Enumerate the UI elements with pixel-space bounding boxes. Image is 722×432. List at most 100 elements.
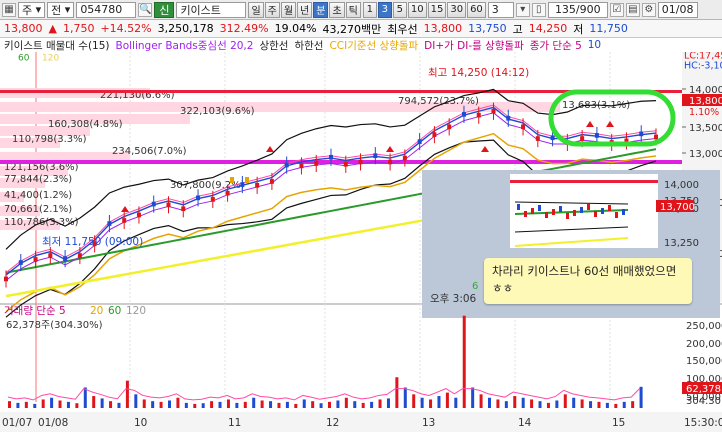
volume-profile-label: 70,661(2.1%) bbox=[4, 204, 72, 215]
legend-item[interactable]: Bollinger Bands중심선 20,2 bbox=[116, 38, 254, 53]
legend-item[interactable]: CCI기준선 상향돌파 bbox=[329, 38, 418, 53]
volume-bar bbox=[386, 398, 390, 408]
volume-bar bbox=[378, 399, 382, 408]
popup-candle bbox=[601, 208, 604, 214]
volume-bar bbox=[184, 402, 188, 408]
volume-bar bbox=[235, 402, 239, 408]
x-axis-label: 13 bbox=[422, 417, 435, 429]
candle-body bbox=[343, 161, 348, 167]
popup-price-tick: 13,250 bbox=[664, 238, 699, 249]
legend-item[interactable]: 10 bbox=[588, 39, 601, 51]
chevron-down-icon[interactable]: ▾ bbox=[515, 2, 530, 17]
volume-profile-label: 234,506(7.0%) bbox=[112, 146, 187, 157]
candle-body bbox=[358, 159, 363, 165]
volume-ma-label: 60 bbox=[108, 305, 121, 317]
volume-bar bbox=[361, 402, 365, 408]
search-icon[interactable]: 🔍 bbox=[138, 2, 153, 17]
popup-candle bbox=[517, 204, 520, 210]
volume-bar bbox=[639, 386, 643, 408]
x-axis-label: 01/07 bbox=[2, 417, 32, 429]
candle-body bbox=[461, 112, 466, 117]
settings-icon[interactable]: ⚙ bbox=[641, 2, 656, 17]
amount: 43,270백만 bbox=[322, 22, 382, 36]
legend-item[interactable]: DI+가 DI-를 상향돌파 bbox=[424, 38, 524, 53]
volume-bar bbox=[488, 397, 491, 408]
interval-tab[interactable]: 15 bbox=[427, 1, 447, 18]
interval-tab[interactable]: 1 bbox=[362, 1, 377, 18]
credit-badge: 신 bbox=[154, 1, 175, 18]
volume-bar bbox=[24, 401, 28, 408]
volume-bar bbox=[243, 401, 247, 408]
market-select[interactable]: 주 ▾ bbox=[18, 1, 46, 18]
high-annotation: 최고 14,250 (14:12) bbox=[428, 67, 529, 79]
volume-profile-label: 77,844(2.3%) bbox=[4, 174, 72, 185]
checkbox-icon[interactable]: ☑ bbox=[609, 2, 624, 17]
ma60-label: 60 bbox=[18, 54, 30, 64]
stock-code-input[interactable]: 054780 bbox=[76, 1, 137, 18]
volume-bar bbox=[555, 400, 559, 408]
volume-bar bbox=[437, 396, 441, 408]
candle-body bbox=[402, 155, 407, 161]
volume-bar bbox=[563, 394, 567, 408]
volume-bar bbox=[538, 401, 542, 408]
legend-item[interactable]: 하한선 bbox=[294, 38, 323, 53]
interval-input[interactable]: 3 bbox=[487, 1, 514, 18]
candle-body bbox=[491, 108, 496, 114]
low-price: 11,750 bbox=[589, 22, 628, 35]
count-field[interactable]: 135/900 bbox=[547, 1, 608, 18]
volume-ma-line bbox=[7, 388, 640, 401]
period-tab[interactable]: 초 bbox=[329, 1, 345, 18]
volume-bar bbox=[83, 387, 87, 408]
volume-bar bbox=[336, 400, 340, 408]
volume-bar bbox=[117, 402, 121, 408]
interval-tabs: 1 3 5 10 15 30 60 bbox=[362, 1, 486, 18]
interval-tab[interactable]: 30 bbox=[447, 1, 467, 18]
period-tab[interactable]: 주 bbox=[264, 1, 280, 18]
stock-name-field[interactable]: 키이스트 bbox=[176, 1, 247, 18]
volume-bar bbox=[546, 402, 550, 408]
price-chart[interactable]: LC:17,45HC:-3,1060120221,130(6.6%)794,57… bbox=[0, 52, 722, 432]
volume-bar bbox=[597, 401, 601, 408]
volume-bar bbox=[622, 401, 626, 408]
period-tab[interactable]: 월 bbox=[280, 1, 297, 18]
candle-body bbox=[181, 206, 186, 212]
grid-menu-icon[interactable]: ▦ bbox=[2, 2, 16, 17]
volume-bar bbox=[109, 401, 113, 408]
candle-body bbox=[580, 136, 585, 141]
period-tab[interactable]: 분 bbox=[313, 1, 329, 18]
period-tab[interactable]: 년 bbox=[297, 1, 313, 18]
volume-bar bbox=[125, 380, 129, 408]
legend-item[interactable]: 종가 단순 5 bbox=[530, 38, 582, 53]
volume-bar bbox=[328, 401, 331, 408]
chat-message-time: 오후 3:06 bbox=[430, 293, 477, 305]
type-select[interactable]: 전 ▾ bbox=[47, 1, 75, 18]
chart-window: ▦ 주 ▾ 전 ▾ 054780 🔍 신 키이스트 일주월년분초틱 1 3 5 10 1… bbox=[0, 0, 722, 432]
period-tab[interactable]: 틱 bbox=[345, 1, 361, 18]
popup-candle bbox=[622, 209, 625, 215]
candle-body bbox=[225, 190, 230, 196]
legend-item[interactable]: 키이스트 매물대 수(15) bbox=[4, 38, 110, 53]
volume-profile-label: 41,400(1.2%) bbox=[4, 190, 72, 201]
interval-tab[interactable]: 60 bbox=[467, 1, 486, 18]
candle-body bbox=[299, 163, 304, 169]
volume-bar bbox=[353, 401, 357, 408]
candle-body bbox=[639, 131, 644, 137]
interval-tab[interactable]: 10 bbox=[407, 1, 427, 18]
legend-item[interactable]: 상한선 bbox=[259, 38, 288, 53]
popup-candle bbox=[531, 208, 534, 214]
volume-bar bbox=[134, 394, 138, 408]
popup-candle bbox=[573, 210, 576, 216]
interval-tab[interactable]: 3 bbox=[377, 1, 392, 18]
volume-bar bbox=[445, 392, 449, 408]
volume-bar bbox=[193, 403, 197, 408]
popup-candle bbox=[580, 207, 583, 213]
up-arrow-icon: ▲ bbox=[48, 22, 57, 35]
date-field[interactable]: 01/08 bbox=[657, 1, 698, 18]
candle-icon[interactable]: ▯ bbox=[531, 2, 546, 17]
table-icon[interactable]: ▤ bbox=[625, 2, 640, 17]
popup-candle bbox=[608, 205, 611, 211]
interval-tab[interactable]: 5 bbox=[392, 1, 407, 18]
volume-ma-label: 20 bbox=[90, 305, 103, 317]
candle-body bbox=[48, 253, 53, 258]
period-tab[interactable]: 일 bbox=[248, 1, 264, 18]
